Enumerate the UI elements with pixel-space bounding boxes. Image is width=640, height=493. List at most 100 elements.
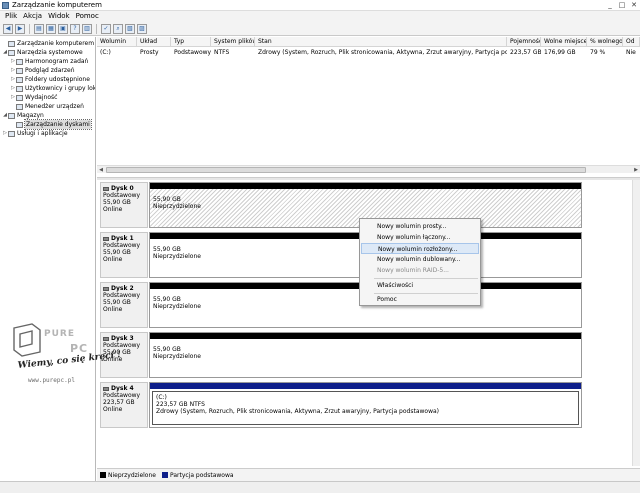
partition-status: Nieprzydzielone: [153, 203, 201, 210]
legend: Nieprzydzielone Partycja podstawowa: [97, 468, 640, 481]
toolbar: ◀ ▶ ▤ ▦ ▣ ? ▥ ✓ ⌕ ▧ ▨: [0, 22, 640, 36]
tree-item-performance[interactable]: ▷ Wydajność: [10, 93, 57, 102]
disk-4-primary-partition[interactable]: (C:) 223,57 GB NTFS Zdrowy (System, Rozr…: [149, 382, 582, 428]
menu-separator: [374, 278, 478, 279]
column-header-type[interactable]: Typ: [171, 37, 211, 47]
check-icon[interactable]: ✓: [101, 23, 111, 34]
disk-type: Podstawowy: [103, 292, 141, 299]
toolbar-separator: [29, 23, 30, 34]
tree-item-device-manager[interactable]: Menedżer urządzeń: [10, 102, 84, 111]
column-header-layout[interactable]: Układ: [137, 37, 171, 47]
tree-item-event-viewer[interactable]: ▷ Podgląd zdarzeń: [10, 66, 74, 75]
help-icon[interactable]: ?: [70, 23, 80, 34]
column-header-free-space[interactable]: Wolne miejsce: [541, 37, 587, 47]
table-row[interactable]: (C:) Prosty Podstawowy NTFS Zdrowy (Syst…: [97, 48, 640, 57]
primary-partition-bar: [150, 383, 581, 389]
performance-icon: [16, 94, 23, 101]
disk-4-label[interactable]: Dysk 4 Podstawowy 223,57 GB Online: [100, 382, 148, 428]
scroll-left-icon[interactable]: ◀: [97, 166, 105, 174]
scrollbar-thumb[interactable]: [106, 167, 586, 173]
tree-item-storage[interactable]: ◢ Magazyn: [2, 111, 44, 120]
disk-3-unallocated-region[interactable]: 55,90 GB Nieprzydzielone: [149, 332, 582, 378]
disk-type: Podstawowy: [103, 242, 141, 249]
disk-name: Dysk 0: [111, 185, 134, 192]
tree-item-root[interactable]: Zarządzanie komputerem (lokal: [2, 39, 95, 48]
maximize-button[interactable]: □: [616, 0, 628, 10]
column-header-volume[interactable]: Wolumin: [97, 37, 137, 47]
tree-item-label: Wydajność: [25, 94, 58, 101]
up-folder-icon[interactable]: ▤: [34, 23, 44, 34]
clock-icon: [16, 58, 23, 65]
partition-status: Zdrowy (System, Rozruch, Plik stronicowa…: [156, 408, 440, 415]
disk-name: Dysk 1: [111, 235, 134, 242]
cell-type: Podstawowy: [174, 49, 211, 56]
horizontal-scrollbar[interactable]: ◀ ▶: [97, 165, 640, 173]
partition-name: (C:): [156, 394, 167, 401]
tools-icon: [8, 49, 15, 56]
legend-item-unallocated: Nieprzydzielone: [100, 472, 156, 479]
search-icon[interactable]: ⌕: [113, 23, 123, 34]
scroll-right-icon[interactable]: ▶: [632, 166, 640, 174]
vertical-scrollbar[interactable]: [632, 180, 640, 466]
disk-size: 223,57 GB: [103, 399, 135, 406]
disk-0-label[interactable]: Dysk 0 Podstawowy 55,90 GB Online: [100, 182, 148, 228]
cell-status: Zdrowy (System, Rozruch, Plik stronicowa…: [258, 49, 507, 56]
menu-item-help[interactable]: Pomoc: [361, 294, 479, 305]
disk-icon: [103, 236, 109, 241]
column-header-fault-tolerance[interactable]: Od: [623, 37, 640, 47]
disk-name: Dysk 4: [111, 385, 134, 392]
menu-item-new-mirrored-volume[interactable]: Nowy wolumin dublowany...: [361, 254, 479, 265]
view-icon[interactable]: ▨: [137, 23, 147, 34]
disk-type: Podstawowy: [103, 192, 141, 199]
tree-item-task-scheduler[interactable]: ▷ Harmonogram zadań: [10, 57, 88, 66]
services-icon: [8, 130, 15, 137]
toolbar-separator: [96, 23, 97, 34]
column-header-filesystem[interactable]: System plików: [211, 37, 255, 47]
show-hide-tree-icon[interactable]: ▦: [46, 23, 56, 34]
disk-1-label[interactable]: Dysk 1 Podstawowy 55,90 GB Online: [100, 232, 148, 278]
menu-item-new-spanned-volume[interactable]: Nowy wolumin łączony...: [361, 232, 479, 243]
cell-volume: (C:): [100, 49, 111, 56]
tree-item-label: Harmonogram zadań: [25, 58, 89, 65]
forward-arrow-icon[interactable]: ▶: [15, 23, 25, 34]
svg-text:www.purepc.pl: www.purepc.pl: [28, 377, 75, 384]
menu-item-new-striped-volume[interactable]: Nowy wolumin rozłożony...: [361, 243, 479, 254]
window-controls: _ □ ✕: [604, 0, 640, 10]
tree-item-label: Magazyn: [17, 112, 44, 119]
menu-item-properties[interactable]: Właściwości: [361, 280, 479, 291]
legend-label: Nieprzydzielone: [108, 471, 156, 479]
minimize-button[interactable]: _: [604, 0, 616, 10]
tree-item-disk-management[interactable]: Zarządzanie dyskami: [10, 119, 92, 130]
properties-icon[interactable]: ▣: [58, 23, 68, 34]
legend-swatch: [161, 472, 168, 478]
console-icon[interactable]: ▥: [82, 23, 92, 34]
volume-list-header: Wolumin Układ Typ System plików Stan Poj…: [97, 37, 640, 47]
tree-item-label: Menedżer urządzeń: [25, 103, 84, 110]
menu-bar: Plik Akcja Widok Pomoc: [0, 11, 640, 22]
tree-item-users-groups[interactable]: ▷ Użytkownicy i grupy lok: [10, 84, 95, 93]
menu-widok[interactable]: Widok: [45, 11, 73, 22]
tree-item-services-apps[interactable]: ▷ Usługi i aplikacje: [2, 129, 67, 138]
status-bar: [0, 481, 640, 493]
open-icon[interactable]: ▧: [125, 23, 135, 34]
legend-swatch: [100, 472, 106, 478]
menu-item-new-simple-volume[interactable]: Nowy wolumin prosty...: [361, 221, 479, 232]
menu-akcja[interactable]: Akcja: [20, 11, 45, 22]
column-header-status[interactable]: Stan: [255, 37, 507, 47]
computer-management-icon: [2, 2, 9, 9]
column-header-percent-free[interactable]: % wolnego: [587, 37, 623, 47]
partition-info: 55,90 GB Nieprzydzielone: [150, 339, 581, 360]
svg-text:PURE: PURE: [44, 329, 75, 339]
tree-item-system-tools[interactable]: ◢ Narzędzia systemowe: [2, 48, 83, 57]
shared-folder-icon: [16, 76, 23, 83]
column-header-capacity[interactable]: Pojemność: [507, 37, 541, 47]
context-menu: Nowy wolumin prosty... Nowy wolumin łącz…: [359, 218, 481, 306]
users-icon: [16, 85, 23, 92]
menu-plik[interactable]: Plik: [2, 11, 20, 22]
close-button[interactable]: ✕: [628, 0, 640, 10]
tree-item-shared-folders[interactable]: ▷ Foldery udostępnione: [10, 75, 90, 84]
back-arrow-icon[interactable]: ◀: [3, 23, 13, 34]
menu-pomoc[interactable]: Pomoc: [73, 11, 102, 22]
tree-item-label: Zarządzanie komputerem (lokal: [17, 40, 95, 47]
disk-size: 55,90 GB: [103, 249, 131, 256]
